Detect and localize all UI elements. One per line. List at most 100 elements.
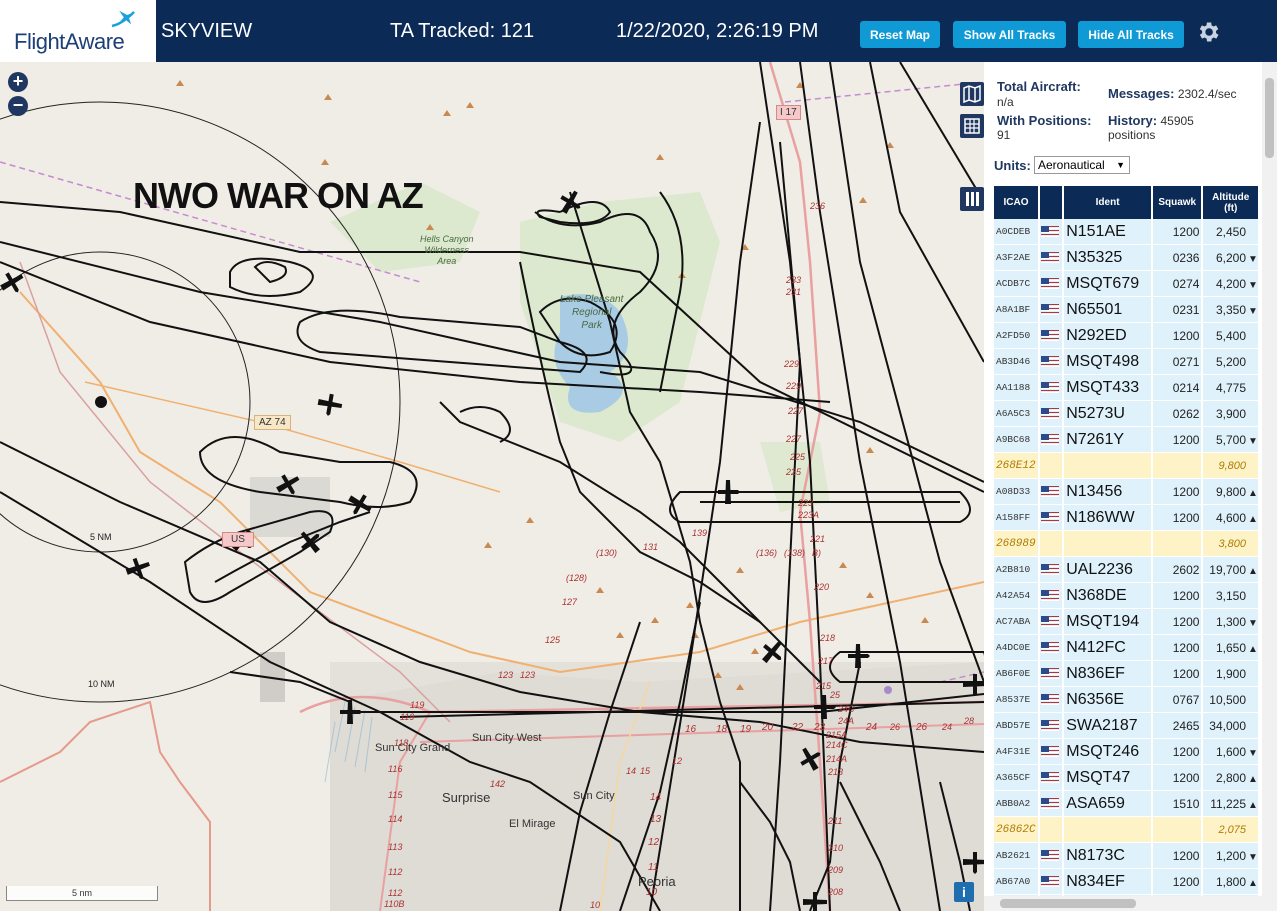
table-row[interactable]: 26862C 2,075 — [994, 816, 1260, 843]
top-bar: FlightAware SKYVIEW TA Tracked: 121 1/22… — [0, 0, 1277, 62]
ident-cell: MSQT433 — [1063, 374, 1153, 401]
ident-cell: MSQT47 — [1063, 764, 1153, 791]
table-row[interactable]: A3F2AE N35325 0236 6,200 ▼ — [994, 244, 1260, 271]
col-header-flag[interactable] — [1039, 186, 1065, 219]
icao-cell: AB3D46 — [994, 348, 1040, 375]
place-label-sun-city-west: Sun City West — [472, 732, 542, 744]
altitude-value: 3,350 — [1215, 302, 1246, 317]
table-row[interactable]: AB67A0 N834EF 1200 1,800 ▲ — [994, 868, 1260, 895]
column-toggle-button[interactable] — [960, 187, 984, 211]
squawk-cell: 1200 — [1152, 478, 1204, 505]
table-row[interactable]: A8537E N6356E 0767 10,500 — [994, 686, 1260, 713]
table-row[interactable]: AB6F0E N836EF 1200 1,900 — [994, 660, 1260, 687]
table-header-row: ICAO Ident Squawk Altitude (ft) — [994, 186, 1260, 219]
altitude-value: 1,800 — [1215, 874, 1246, 889]
messages-stat: Messages: 2302.4/sec — [1108, 86, 1237, 101]
aircraft-panel: Total Aircraft: n/a With Positions: 91 M… — [984, 62, 1277, 911]
squawk-cell: 1200 — [1152, 842, 1204, 869]
altitude-cell: 4,200 ▼ — [1202, 270, 1260, 297]
descending-icon: ▼ — [1248, 253, 1258, 265]
altitude-cell: 1,600 ▼ — [1202, 738, 1260, 765]
grid-toggle-button[interactable] — [960, 114, 984, 138]
table-row[interactable]: 268989 3,800 — [994, 530, 1260, 557]
table-row[interactable]: ABB0A2 ASA659 1510 11,225 ▲ — [994, 790, 1260, 817]
table-row[interactable]: A6A5C3 N5273U 0262 3,900 — [994, 400, 1260, 427]
table-row[interactable]: AC7ABA MSQT194 1200 1,300 ▼ — [994, 608, 1260, 635]
panel-horizontal-scroll-thumb[interactable] — [1000, 899, 1136, 908]
table-row[interactable]: A4F31E MSQT246 1200 1,600 ▼ — [994, 738, 1260, 765]
table-row[interactable]: A2FD50 N292ED 1200 5,400 — [994, 322, 1260, 349]
table-row[interactable]: A08D33 N13456 1200 9,800 ▲ — [994, 478, 1260, 505]
altitude-cell: 5,400 — [1202, 322, 1260, 349]
table-row[interactable]: AB2621 N8173C 1200 1,200 ▼ — [994, 842, 1260, 869]
aircraft-table-body: A0CDEB N151AE 1200 2,450 A3F2AE N35325 0236 6,2… — [994, 219, 1260, 911]
altitude-value: 1,600 — [1215, 744, 1246, 759]
icao-cell: ABB0A2 — [994, 790, 1040, 817]
col-header-ident[interactable]: Ident — [1063, 186, 1153, 219]
table-row[interactable]: AA1188 MSQT433 0214 4,775 — [994, 374, 1260, 401]
range-ring-label-5nm: 5 NM — [90, 532, 112, 542]
squawk-cell: 1200 — [1152, 660, 1204, 687]
us-flag-icon — [1041, 771, 1059, 783]
squawk-cell: 1200 — [1152, 582, 1204, 609]
ident-cell — [1063, 530, 1153, 557]
table-row[interactable]: ACDB7C MSQT679 0274 4,200 ▼ — [994, 270, 1260, 297]
altitude-value: 4,600 — [1215, 510, 1246, 525]
altitude-cell: 1,800 ▲ — [1202, 868, 1260, 895]
table-row[interactable]: A4DC0E N412FC 1200 1,650 ▲ — [994, 634, 1260, 661]
col-header-altitude-unit: (ft) — [1224, 202, 1238, 214]
icao-cell: A2FD50 — [994, 322, 1040, 349]
climbing-icon: ▲ — [1248, 799, 1258, 811]
ident-cell: N836EF — [1063, 660, 1153, 687]
climbing-icon: ▲ — [1248, 513, 1258, 525]
hide-all-tracks-button[interactable]: Hide All Tracks — [1078, 21, 1184, 48]
table-row[interactable]: AB3D46 MSQT498 0271 5,200 — [994, 348, 1260, 375]
table-row[interactable]: 268E12 9,800 — [994, 452, 1260, 479]
table-row[interactable]: A9BC68 N7261Y 1200 5,700 ▼ — [994, 426, 1260, 453]
chevron-down-icon: ▼ — [1116, 160, 1125, 170]
altitude-value: 6,200 — [1215, 250, 1246, 265]
units-select[interactable]: Aeronautical ▼ — [1034, 156, 1130, 174]
reset-map-button[interactable]: Reset Map — [860, 21, 940, 48]
flag-cell — [1039, 816, 1065, 843]
ident-cell: MSQT679 — [1063, 270, 1153, 297]
descending-icon: ▼ — [1248, 747, 1258, 759]
show-all-tracks-button[interactable]: Show All Tracks — [953, 21, 1066, 48]
map-view[interactable]: NWO WAR ON AZ Hells Canyon Wilderness Area… — [0, 62, 984, 911]
altitude-value: 4,775 — [1215, 380, 1246, 395]
zoom-out-button[interactable]: − — [8, 96, 28, 116]
col-header-altitude[interactable]: Altitude (ft) — [1202, 186, 1260, 219]
us-flag-icon — [1041, 485, 1059, 497]
table-row[interactable]: ABD57E SWA2187 2465 34,000 — [994, 712, 1260, 739]
altitude-value: 9,800 — [1218, 459, 1246, 472]
icao-cell: A42A54 — [994, 582, 1040, 609]
us-flag-icon — [1041, 225, 1059, 237]
table-row[interactable]: A42A54 N368DE 1200 3,150 — [994, 582, 1260, 609]
col-header-icao[interactable]: ICAO — [994, 186, 1040, 219]
panel-vertical-scroll-thumb[interactable] — [1265, 78, 1274, 158]
us-flag-icon — [1041, 693, 1059, 705]
map-layers-button[interactable] — [960, 82, 984, 106]
climbing-icon: ▲ — [1248, 487, 1258, 499]
squawk-cell: 1200 — [1152, 738, 1204, 765]
flightaware-logo[interactable]: FlightAware — [0, 0, 156, 62]
altitude-value: 5,700 — [1215, 432, 1246, 447]
gear-icon[interactable] — [1195, 19, 1221, 45]
table-row[interactable]: A365CF MSQT47 1200 2,800 ▲ — [994, 764, 1260, 791]
col-header-squawk[interactable]: Squawk — [1152, 186, 1204, 219]
climbing-icon: ▲ — [1248, 643, 1258, 655]
altitude-value: 34,000 — [1209, 718, 1246, 733]
altitude-value: 1,900 — [1215, 666, 1246, 681]
table-row[interactable]: A158FF N186WW 1200 4,600 ▲ — [994, 504, 1260, 531]
table-row[interactable]: A8A1BF N65501 0231 3,350 ▼ — [994, 296, 1260, 323]
us-flag-icon — [1041, 745, 1059, 757]
table-row[interactable]: A0CDEB N151AE 1200 2,450 — [994, 219, 1260, 245]
info-button[interactable]: i — [954, 882, 974, 902]
us-flag-icon — [1041, 615, 1059, 627]
zoom-in-button[interactable]: + — [8, 72, 28, 92]
table-row[interactable]: A2B810 UAL2236 2602 19,700 ▲ — [994, 556, 1260, 583]
icao-cell: A3F2AE — [994, 244, 1040, 271]
altitude-cell: 1,900 — [1202, 660, 1260, 687]
panel-vertical-scrollbar[interactable] — [1262, 62, 1277, 911]
flag-cell — [1039, 868, 1065, 895]
